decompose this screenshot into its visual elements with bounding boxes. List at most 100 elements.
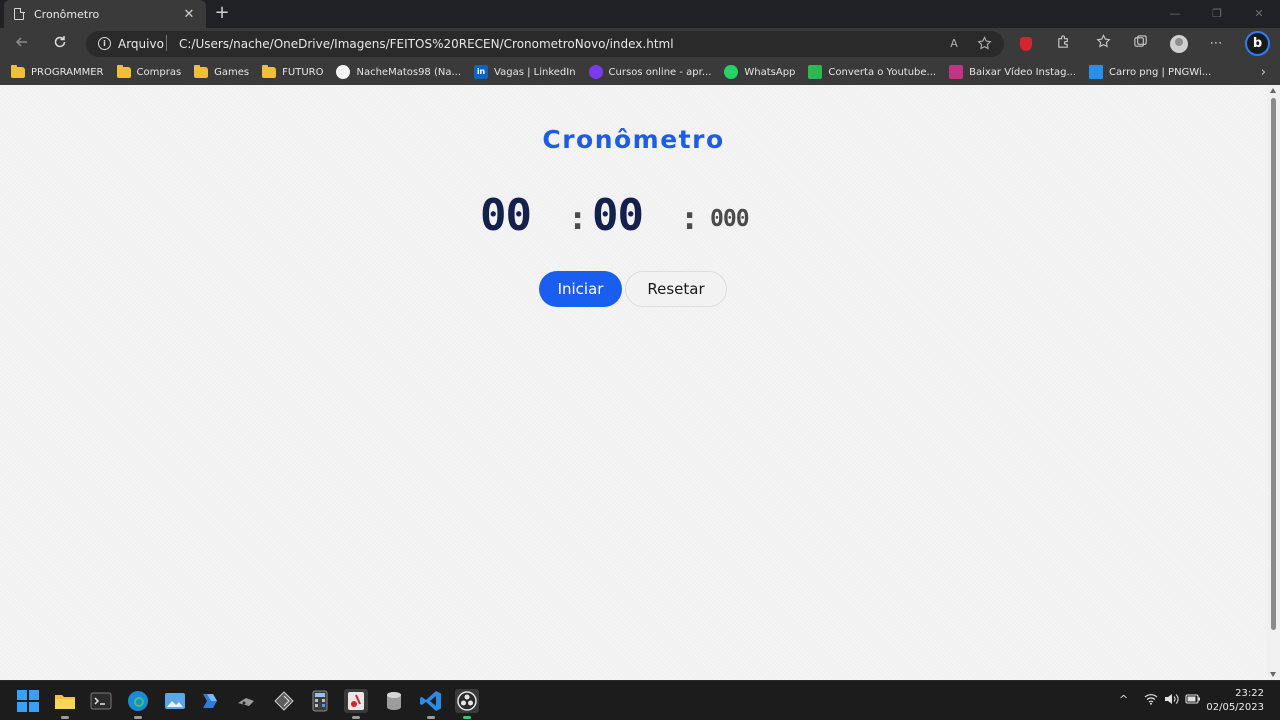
running-indicator <box>427 716 435 719</box>
taskbar-calculator[interactable] <box>308 689 332 713</box>
address-bar[interactable]: i Arquivo C:/Users/nache/OneDrive/Imagen… <box>86 31 1004 57</box>
extension-red-icon[interactable] <box>1016 34 1036 54</box>
game-icon <box>238 698 254 706</box>
taskbar-file-explorer[interactable] <box>53 689 77 719</box>
diamond-tool-icon <box>274 691 294 711</box>
bookmark-8[interactable]: Converta o Youtube... <box>808 65 936 79</box>
page-scrollbar[interactable] <box>1267 85 1280 680</box>
folder-icon <box>116 64 131 78</box>
maximize-button[interactable]: ❐ <box>1196 0 1238 28</box>
terminal-icon <box>90 692 112 710</box>
reload-button[interactable] <box>48 32 72 56</box>
collections-squares-icon <box>1133 35 1147 47</box>
taskbar-snipping-tool[interactable] <box>344 689 368 719</box>
browser-toolbar: i Arquivo C:/Users/nache/OneDrive/Imagen… <box>0 28 1280 59</box>
milliseconds-display: 000 <box>710 206 750 232</box>
linkedin-icon: in <box>474 65 489 79</box>
taskbar-game-app[interactable] <box>235 689 259 713</box>
clock-time: 23:22 <box>1235 688 1264 699</box>
close-window-button[interactable]: ✕ <box>1238 0 1280 28</box>
puzzle-icon <box>1057 35 1068 48</box>
running-indicator <box>134 716 142 719</box>
stopwatch-display: 00 : 00 : 000 <box>480 193 780 245</box>
clock-date: 02/05/2023 <box>1206 702 1264 713</box>
minimize-button[interactable]: — <box>1154 0 1196 28</box>
instagram-icon <box>949 65 964 79</box>
whatsapp-icon <box>724 65 739 79</box>
bookmark-9[interactable]: Baixar Vídeo Instag... <box>949 65 1076 79</box>
scroll-up-arrow-icon[interactable] <box>1270 88 1276 93</box>
settings-more-icon[interactable]: ⋯ <box>1206 34 1226 54</box>
seconds-display: 00 <box>592 190 644 241</box>
reload-icon <box>54 36 66 48</box>
bookmark-7[interactable]: WhatsApp <box>724 65 795 79</box>
github-icon <box>336 65 351 79</box>
system-clock[interactable]: 23:22 02/05/2023 <box>1206 687 1264 715</box>
database-icon <box>387 692 401 710</box>
favorites-icon[interactable] <box>1093 34 1113 54</box>
taskbar-terminal[interactable] <box>89 689 113 713</box>
bookmark-2[interactable]: Games <box>194 64 249 78</box>
wifi-icon[interactable] <box>1144 693 1158 708</box>
volume-icon[interactable] <box>1164 693 1180 708</box>
running-indicator <box>463 716 471 719</box>
taskbar-vscode[interactable] <box>419 689 443 719</box>
bookmark-6[interactable]: Cursos online - apr... <box>588 65 711 79</box>
browser-tab[interactable]: Cronômetro ✕ <box>4 0 206 28</box>
page-content: Cronômetro 00 : 00 : 000 Iniciar Resetar <box>0 85 1267 680</box>
tab-title: Cronômetro <box>34 7 100 21</box>
page-icon <box>14 7 25 20</box>
download-icon <box>808 65 823 79</box>
address-scheme-label: Arquivo <box>118 37 164 51</box>
windows-taskbar: ^ 23:22 02/05/2023 <box>0 680 1280 720</box>
bookmarks-overflow-chevron-icon[interactable]: › <box>1261 65 1266 80</box>
file-explorer-icon <box>55 695 75 709</box>
collections-icon[interactable] <box>1130 34 1150 54</box>
battery-icon[interactable] <box>1185 693 1201 708</box>
window-controls: — ❐ ✕ <box>1154 0 1280 28</box>
start-menu-button[interactable] <box>16 689 40 713</box>
new-tab-button[interactable]: + <box>212 2 232 24</box>
taskbar-power-automate[interactable] <box>199 689 223 713</box>
running-indicator <box>61 716 69 719</box>
taskbar-database[interactable] <box>382 689 406 713</box>
star-plus-icon <box>976 36 992 50</box>
scroll-thumb[interactable] <box>1271 98 1276 630</box>
scroll-down-arrow-icon[interactable] <box>1270 672 1276 677</box>
back-arrow-icon <box>15 37 27 47</box>
taskbar-dev-app[interactable] <box>272 689 296 713</box>
folder-icon <box>262 64 277 78</box>
add-favorite-icon[interactable] <box>976 36 992 52</box>
taskbar-photos[interactable] <box>163 689 187 713</box>
udemy-icon <box>588 65 603 79</box>
address-url[interactable]: C:/Users/nache/OneDrive/Imagens/FEITOS%2… <box>179 37 674 51</box>
minutes-display: 00 <box>480 190 532 241</box>
bookmark-1[interactable]: Compras <box>116 64 181 78</box>
profile-avatar[interactable] <box>1169 34 1189 54</box>
flow-icon <box>203 694 217 708</box>
folder-icon <box>194 64 209 78</box>
calculator-icon <box>312 690 328 712</box>
back-button[interactable] <box>10 32 34 56</box>
bookmark-0[interactable]: PROGRAMMER <box>11 64 104 78</box>
bookmark-4[interactable]: NacheMatos98 (Na... <box>336 65 461 79</box>
read-aloud-icon[interactable]: A <box>946 36 962 52</box>
tab-close-icon[interactable]: ✕ <box>182 7 196 22</box>
start-button[interactable]: Iniciar <box>539 271 622 307</box>
bookmark-5[interactable]: in Vagas | LinkedIn <box>474 65 576 79</box>
info-icon[interactable]: i <box>98 37 111 50</box>
avatar-icon <box>1170 35 1188 53</box>
reset-button[interactable]: Resetar <box>625 271 727 307</box>
tray-overflow-chevron-icon[interactable]: ^ <box>1119 693 1128 706</box>
page-title: Cronômetro <box>542 125 725 154</box>
address-separator <box>166 35 167 51</box>
bing-copilot-button[interactable]: b <box>1245 31 1270 56</box>
bookmark-10[interactable]: Carro png | PNGWi... <box>1089 65 1211 79</box>
bookmarks-bar: PROGRAMMER Compras Games FUTURO NacheMat… <box>0 59 1280 85</box>
bookmark-3[interactable]: FUTURO <box>262 64 323 78</box>
photos-icon <box>165 693 185 709</box>
folder-icon <box>11 64 25 78</box>
taskbar-obs[interactable] <box>455 689 479 719</box>
taskbar-edge[interactable] <box>126 689 150 719</box>
extensions-puzzle-icon[interactable] <box>1053 34 1073 54</box>
